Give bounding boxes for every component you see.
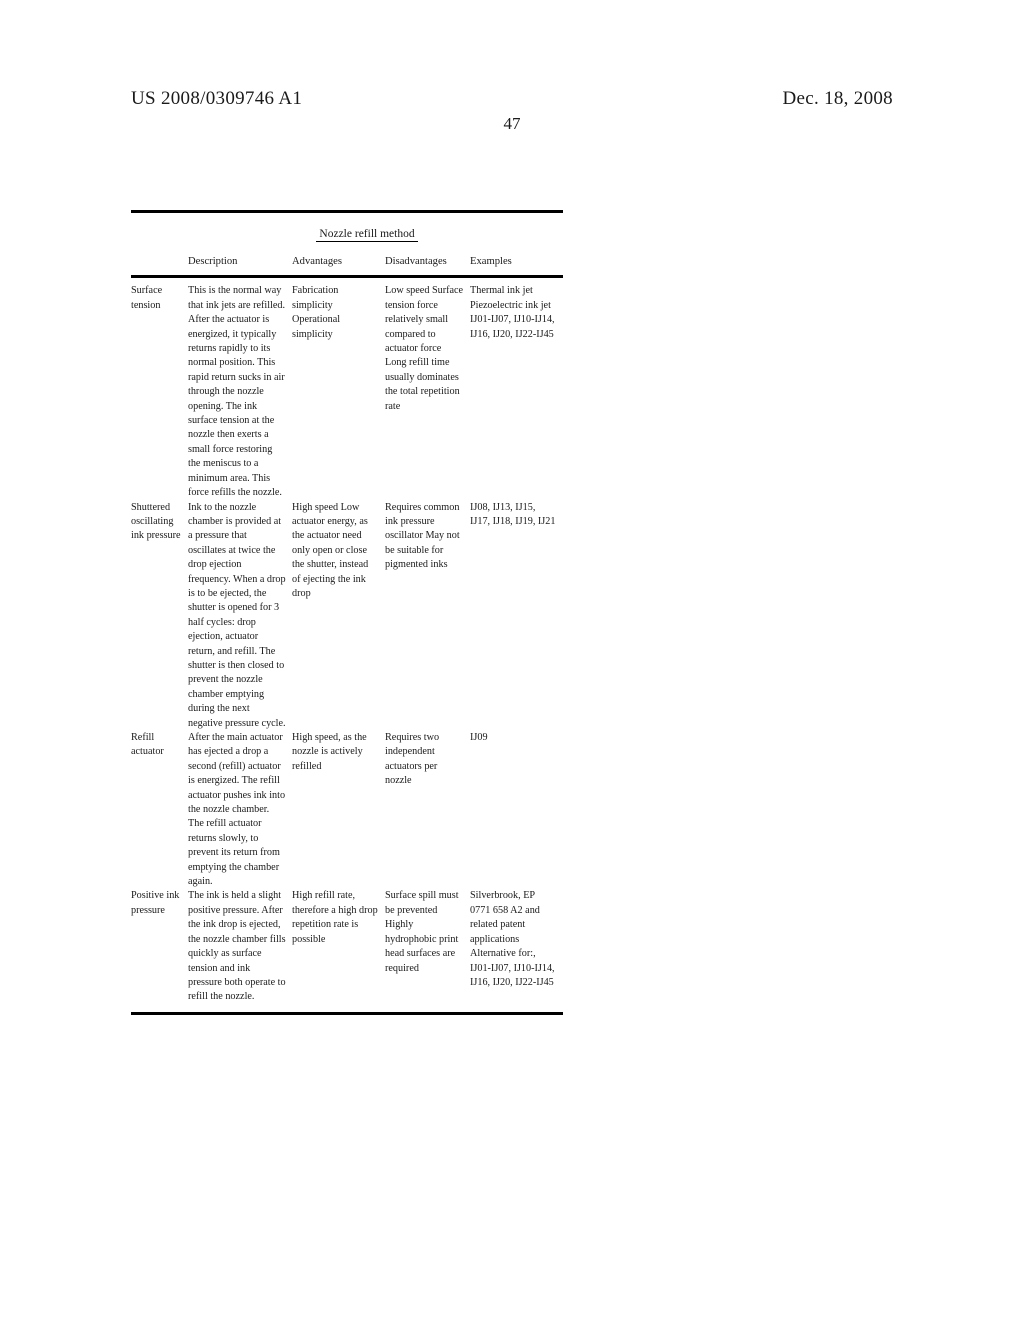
row-advantages: Fabrication simplicity Operational simpl…	[292, 282, 385, 500]
row-label-text: Refill actuator	[131, 732, 164, 758]
table-bottom-rule	[131, 1011, 563, 1015]
row-label: Refill actuator	[131, 731, 188, 889]
nozzle-refill-method-table: Nozzle refill method Description Advanta…	[131, 210, 563, 1015]
row-description: Ink to the nozzle chamber is provided at…	[188, 501, 292, 732]
row-label-text: Positive ink pressure	[131, 890, 180, 916]
page-running-header: US 2008/0309746 A1 Dec. 18, 2008	[131, 88, 893, 110]
row-description-text: After the main actuator has ejected a dr…	[188, 732, 286, 888]
row-advantages-text: High refill rate, therefore a high drop …	[292, 890, 378, 945]
row-advantages-text: High speed Low actuator energy, as the a…	[292, 501, 369, 599]
row-examples: IJ09	[470, 731, 563, 889]
table-row: Positive ink pressure The ink is held a …	[131, 889, 563, 1004]
row-label-text: Shuttered oscillating ink pressure	[131, 501, 181, 542]
table-header-row: Description Advantages Disadvantages Exa…	[131, 245, 563, 275]
row-description: This is the normal way that ink jets are…	[188, 282, 292, 500]
row-advantages: High refill rate, therefore a high drop …	[292, 889, 385, 1004]
row-label: Positive ink pressure	[131, 889, 188, 1004]
row-description-text: Ink to the nozzle chamber is provided at…	[188, 501, 286, 729]
row-advantages: High speed, as the nozzle is actively re…	[292, 731, 385, 889]
row-examples: Thermal ink jet Piezoelectric ink jet IJ…	[470, 282, 563, 500]
column-header-disadvantages: Disadvantages	[385, 256, 447, 267]
table-row: Surface tension This is the normal way t…	[131, 282, 563, 500]
table-title-row: Nozzle refill method	[131, 213, 563, 245]
row-disadvantages-text: Low speed Surface tension force relative…	[385, 285, 464, 412]
row-disadvantages: Requires common ink pressure oscillator …	[385, 501, 470, 732]
page-number: 47	[503, 114, 521, 133]
table-row: Refill actuator After the main actuator …	[131, 731, 563, 889]
row-examples: Silverbrook, EP 0771 658 A2 and related …	[470, 889, 563, 1004]
table-header-separator-cell	[131, 275, 563, 282]
row-description-text: This is the normal way that ink jets are…	[188, 285, 286, 499]
comparison-table: Description Advantages Disadvantages Exa…	[131, 245, 563, 1005]
publication-date: Dec. 18, 2008	[782, 88, 893, 109]
row-disadvantages: Requires two independent actuators per n…	[385, 731, 470, 889]
row-advantages-text: High speed, as the nozzle is actively re…	[292, 732, 367, 772]
publication-number: US 2008/0309746 A1	[131, 88, 303, 109]
row-disadvantages: Low speed Surface tension force relative…	[385, 282, 470, 500]
row-description: The ink is held a slight positive pressu…	[188, 889, 292, 1004]
column-header-label	[131, 245, 188, 275]
column-header-description: Description	[188, 256, 238, 267]
row-advantages-text: Fabrication simplicity Operational simpl…	[292, 285, 341, 340]
row-description-text: The ink is held a slight positive pressu…	[188, 890, 286, 1003]
row-disadvantages-text: Requires two independent actuators per n…	[385, 732, 440, 787]
row-disadvantages-text: Surface spill must be prevented Highly h…	[385, 890, 459, 974]
row-examples-text: IJ09	[470, 732, 488, 743]
row-disadvantages-text: Requires common ink pressure oscillator …	[385, 501, 460, 571]
row-disadvantages: Surface spill must be prevented Highly h…	[385, 889, 470, 1004]
row-examples-text: IJ08, IJ13, IJ15, IJ17, IJ18, IJ19, IJ21	[470, 501, 556, 527]
row-examples-text: Silverbrook, EP 0771 658 A2 and related …	[470, 890, 555, 988]
table-body: Surface tension This is the normal way t…	[131, 282, 563, 1004]
table-title: Nozzle refill method	[316, 228, 418, 242]
table-header-separator-row	[131, 275, 563, 282]
row-label: Shuttered oscillating ink pressure	[131, 501, 188, 732]
row-label-text: Surface tension	[131, 285, 163, 311]
row-label: Surface tension	[131, 282, 188, 500]
table-row: Shuttered oscillating ink pressure Ink t…	[131, 501, 563, 732]
column-header-examples: Examples	[470, 256, 512, 267]
row-examples: IJ08, IJ13, IJ15, IJ17, IJ18, IJ19, IJ21	[470, 501, 563, 732]
row-advantages: High speed Low actuator energy, as the a…	[292, 501, 385, 732]
row-description: After the main actuator has ejected a dr…	[188, 731, 292, 889]
column-header-advantages: Advantages	[292, 256, 343, 267]
header-rule	[131, 275, 563, 279]
row-examples-text: Thermal ink jet Piezoelectric ink jet IJ…	[470, 285, 555, 340]
